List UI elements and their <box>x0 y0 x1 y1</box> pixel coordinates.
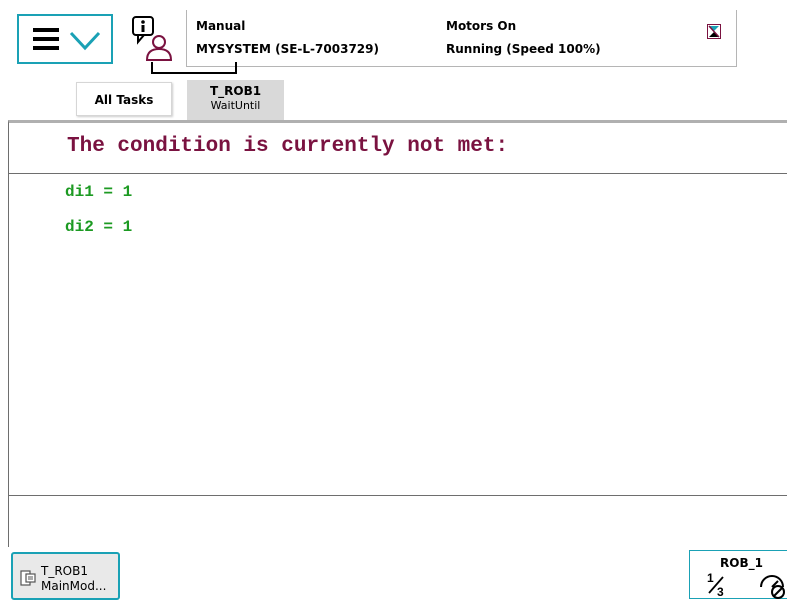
info-user-icon[interactable] <box>130 14 176 64</box>
tab-sublabel: WaitUntil <box>210 99 261 112</box>
robot-label: ROB_1 <box>720 556 763 570</box>
main-menu-button[interactable] <box>17 14 113 64</box>
operating-mode: Manual <box>196 19 246 33</box>
motors-status: Motors On <box>446 19 517 33</box>
condition-title: The condition is currently not met: <box>67 135 509 158</box>
svg-text:3: 3 <box>717 585 724 597</box>
divider <box>9 173 787 174</box>
quickset-robot-button[interactable]: ROB_1 1 3 <box>689 550 787 599</box>
condition-line: di1 = 1 <box>65 183 133 201</box>
status-panel[interactable]: Manual MYSYSTEM (SE-L-7003729) Motors On… <box>186 10 737 67</box>
task-name: T_ROB1 <box>41 564 88 578</box>
chevron-down-icon <box>69 31 101 51</box>
program-state: Running (Speed 100%) <box>446 42 601 56</box>
top-bar: Manual MYSYSTEM (SE-L-7003729) Motors On… <box>0 0 787 74</box>
tab-label: T_ROB1 <box>209 84 262 98</box>
tab-all-tasks[interactable]: All Tasks <box>76 82 172 116</box>
wait-condition-panel: The condition is currently not met: di1 … <box>8 120 787 549</box>
module-icon <box>20 570 36 586</box>
divider <box>9 495 787 496</box>
task-tab-bar: All Tasks T_ROB1 WaitUntil <box>0 76 787 120</box>
tool-icon <box>707 24 721 39</box>
speed-icon <box>760 575 785 599</box>
task-module-button[interactable]: T_ROB1 MainMod... <box>11 552 120 600</box>
condition-line: di2 = 1 <box>65 218 133 236</box>
svg-text:1: 1 <box>707 571 714 585</box>
tab-label: All Tasks <box>94 93 154 107</box>
fraction-icon: 1 3 <box>707 571 724 597</box>
system-name: MYSYSTEM (SE-L-7003729) <box>196 42 379 56</box>
hamburger-icon <box>33 28 59 50</box>
event-connector <box>151 62 237 74</box>
bottom-bar: T_ROB1 MainMod... ROB_1 1 3 <box>0 547 787 600</box>
module-name: MainMod... <box>41 579 107 593</box>
tab-t-rob1[interactable]: T_ROB1 WaitUntil <box>187 80 284 120</box>
